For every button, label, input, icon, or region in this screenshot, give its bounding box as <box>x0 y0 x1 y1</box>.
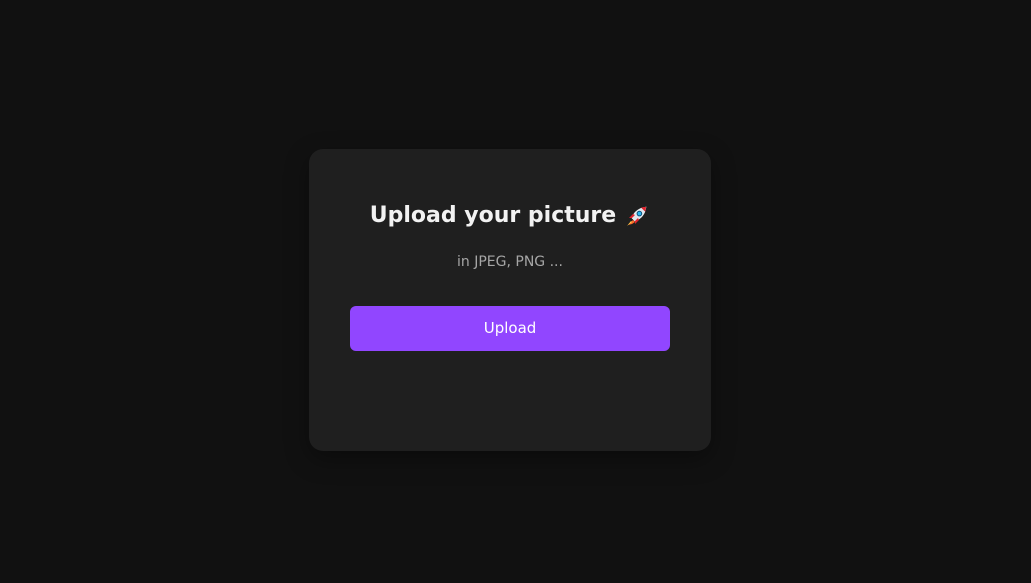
page-background: Upload your picture in JPEG, PNG ... Upl… <box>0 0 1031 583</box>
page-title: Upload your picture <box>369 203 617 228</box>
title-row: Upload your picture <box>309 201 711 231</box>
upload-button[interactable]: Upload <box>350 306 670 351</box>
upload-format-hint: in JPEG, PNG ... <box>457 254 563 270</box>
rocket-icon <box>624 203 650 229</box>
upload-card: Upload your picture in JPEG, PNG ... Upl… <box>309 149 711 451</box>
